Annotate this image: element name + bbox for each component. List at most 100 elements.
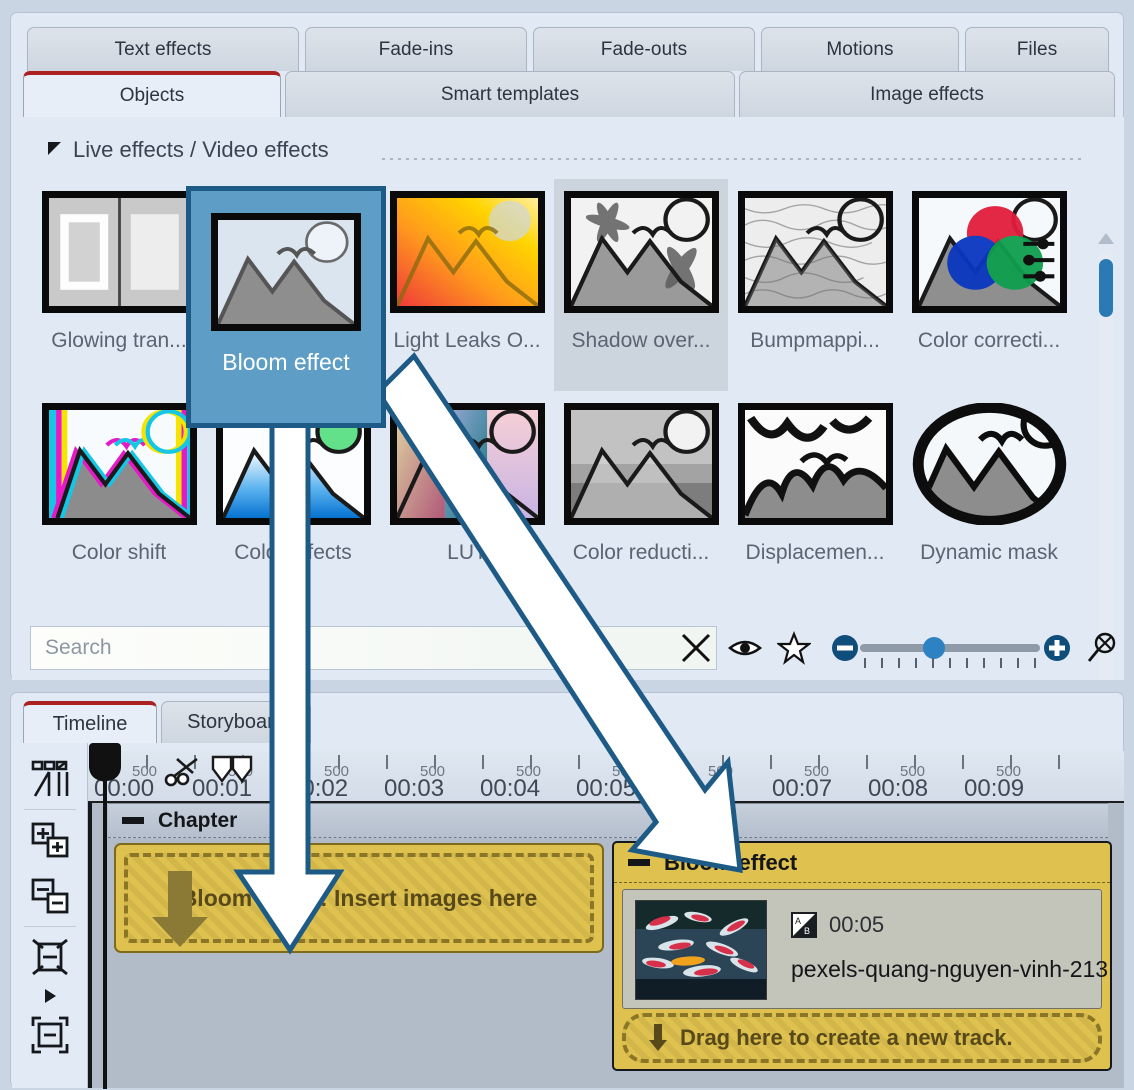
clear-search-icon[interactable] [674,626,718,670]
slider-ticks [864,658,1036,668]
shrink-track-height-icon[interactable] [20,929,80,985]
bloom-effect-thumb-highlighted [211,213,361,331]
clip-filename: pexels-quang-nguyen-vinh-213 [791,956,1109,982]
collapse-chapter-icon[interactable] [122,817,144,824]
zoom-out-icon[interactable] [826,626,864,670]
effect-item-lut[interactable]: LUT [380,391,554,603]
scroll-up-arrow-icon[interactable] [1098,233,1114,244]
tab-timeline[interactable]: Timeline [23,701,157,743]
effect-item-color-reduction[interactable]: Color reducti... [554,391,728,603]
effect-label: Shadow over... [571,329,711,352]
playhead[interactable] [89,743,121,1089]
dropzone-label: Bloom effect: Insert images here [180,884,538,911]
expand-track-height-icon[interactable] [20,1007,80,1063]
tab-objects[interactable]: Objects [23,71,281,117]
section-header[interactable]: Live effects / Video effects [48,137,329,163]
glowing-transition-thumb [41,191,197,313]
effect-label: Light Leaks O... [393,329,541,352]
effects-toolbar [12,626,1124,672]
effect-track-header[interactable]: Bloom effect [614,843,1110,883]
range-markers-icon[interactable] [209,755,261,790]
secondary-tab-bar: Objects Smart templates Image effects [11,71,1123,117]
lut-thumb [389,403,545,525]
preview-eye-icon[interactable] [725,626,765,670]
tab-label: Motions [826,38,894,60]
shadow-overlay-thumb [563,191,719,313]
effect-track[interactable]: Bloom effect A B 00:05 pexels-quang-nguy… [612,841,1112,1071]
tab-files[interactable]: Files [965,27,1109,71]
split-scissors-icon[interactable] [163,753,207,794]
sidebar-divider [23,926,76,927]
svg-text:A: A [795,916,801,926]
tab-storyboard[interactable]: Storyboard [161,701,311,743]
expand-caret-icon[interactable] [20,985,80,1007]
tab-text-effects[interactable]: Text effects [27,27,299,71]
effect-item-color-shift[interactable]: Color shift [32,391,206,603]
tab-label: Storyboard [187,711,285,733]
clip-thumbnail [635,900,767,1000]
effect-item-bumpmapping[interactable]: Bumpmappi... [728,179,902,391]
tab-smart-templates[interactable]: Smart templates [285,71,735,117]
tab-image-effects[interactable]: Image effects [739,71,1115,117]
ruler-subtick-label: 500 [324,763,350,780]
color-reduction-thumb [563,403,719,525]
tab-fade-ins[interactable]: Fade-ins [305,27,527,71]
size-slider[interactable] [860,636,1040,668]
effects-panel: Text effects Fade-ins Fade-outs Motions … [10,12,1124,680]
timeline-tracks: Chapter Bloom effect: Insert images here… [88,803,1124,1088]
slider-track[interactable] [860,644,1040,652]
ruler-subtick-label: 500 [420,763,446,780]
create-track-label: Drag here to create a new track. [680,1025,1013,1050]
scrollbar-thumb[interactable] [1099,259,1113,317]
ruler-subtick-label: 500 [132,763,158,780]
effect-item-shadow-overlay[interactable]: Shadow over... [554,179,728,391]
collapse-triangle-icon[interactable] [48,141,61,155]
favorite-star-icon[interactable] [774,626,814,670]
clip-duration: A B 00:05 [791,912,884,938]
insert-images-dropzone[interactable]: Bloom effect: Insert images here [114,843,604,953]
clip-duration-text: 00:05 [829,912,885,937]
effect-label: Color shift [71,541,167,564]
ab-transition-icon: A B [791,912,817,938]
tab-motions[interactable]: Motions [761,27,959,71]
chapter-track-header[interactable]: Chapter [108,803,1108,838]
tab-label: Timeline [52,712,128,735]
highlighted-effect-bloom[interactable]: Bloom effect [186,186,386,428]
ruler-subtick-label: 500 [996,763,1022,780]
section-divider-dots [382,158,1082,160]
effect-item-glowing-transition[interactable]: Glowing tran... [32,179,206,391]
dropzone-hatch: Bloom effect: Insert images here [124,853,594,947]
add-track-icon[interactable] [20,812,80,868]
zoom-in-icon[interactable] [1038,626,1076,670]
dynamic-mask-thumb [912,403,1067,525]
sidebar-divider [23,809,76,810]
search-input[interactable] [30,626,717,670]
svg-text:B: B [804,926,810,936]
timeline-clip[interactable]: A B 00:05 pexels-quang-nguyen-vinh-213 [622,889,1108,1009]
effect-item-displacement[interactable]: Displacemen... [728,391,902,603]
tab-fade-outs[interactable]: Fade-outs [533,27,755,71]
ruler-subtick-label: 500 [612,763,638,780]
object-mode-icon[interactable] [20,751,80,807]
effect-label: Color reducti... [572,541,710,564]
remove-track-icon[interactable] [20,868,80,924]
effects-scrollbar[interactable] [1094,225,1118,680]
chapter-label: Chapter [158,808,238,832]
playhead-handle[interactable] [89,743,121,781]
slider-knob[interactable] [923,637,945,659]
effect-label: LUT [447,541,487,564]
tab-label: Smart templates [440,83,580,105]
effect-item-color-correction[interactable]: Color correcti... [902,179,1076,391]
color-correction-thumb [911,191,1067,313]
effect-item-light-leaks[interactable]: Light Leaks O... [380,179,554,391]
effect-label: Glowing tran... [51,329,187,352]
create-new-track-dropzone[interactable]: Drag here to create a new track. [622,1013,1102,1063]
tab-label: Objects [119,85,185,106]
reset-zoom-icon[interactable] [1082,626,1122,670]
effect-track-title: Bloom effect [664,849,798,875]
bumpmapping-thumb [737,191,893,313]
down-arrow-small-icon [649,1024,667,1051]
collapse-effect-icon[interactable] [628,859,650,866]
effect-label: Dynamic mask [920,541,1058,564]
effect-item-dynamic-mask[interactable]: Dynamic mask [902,391,1076,603]
